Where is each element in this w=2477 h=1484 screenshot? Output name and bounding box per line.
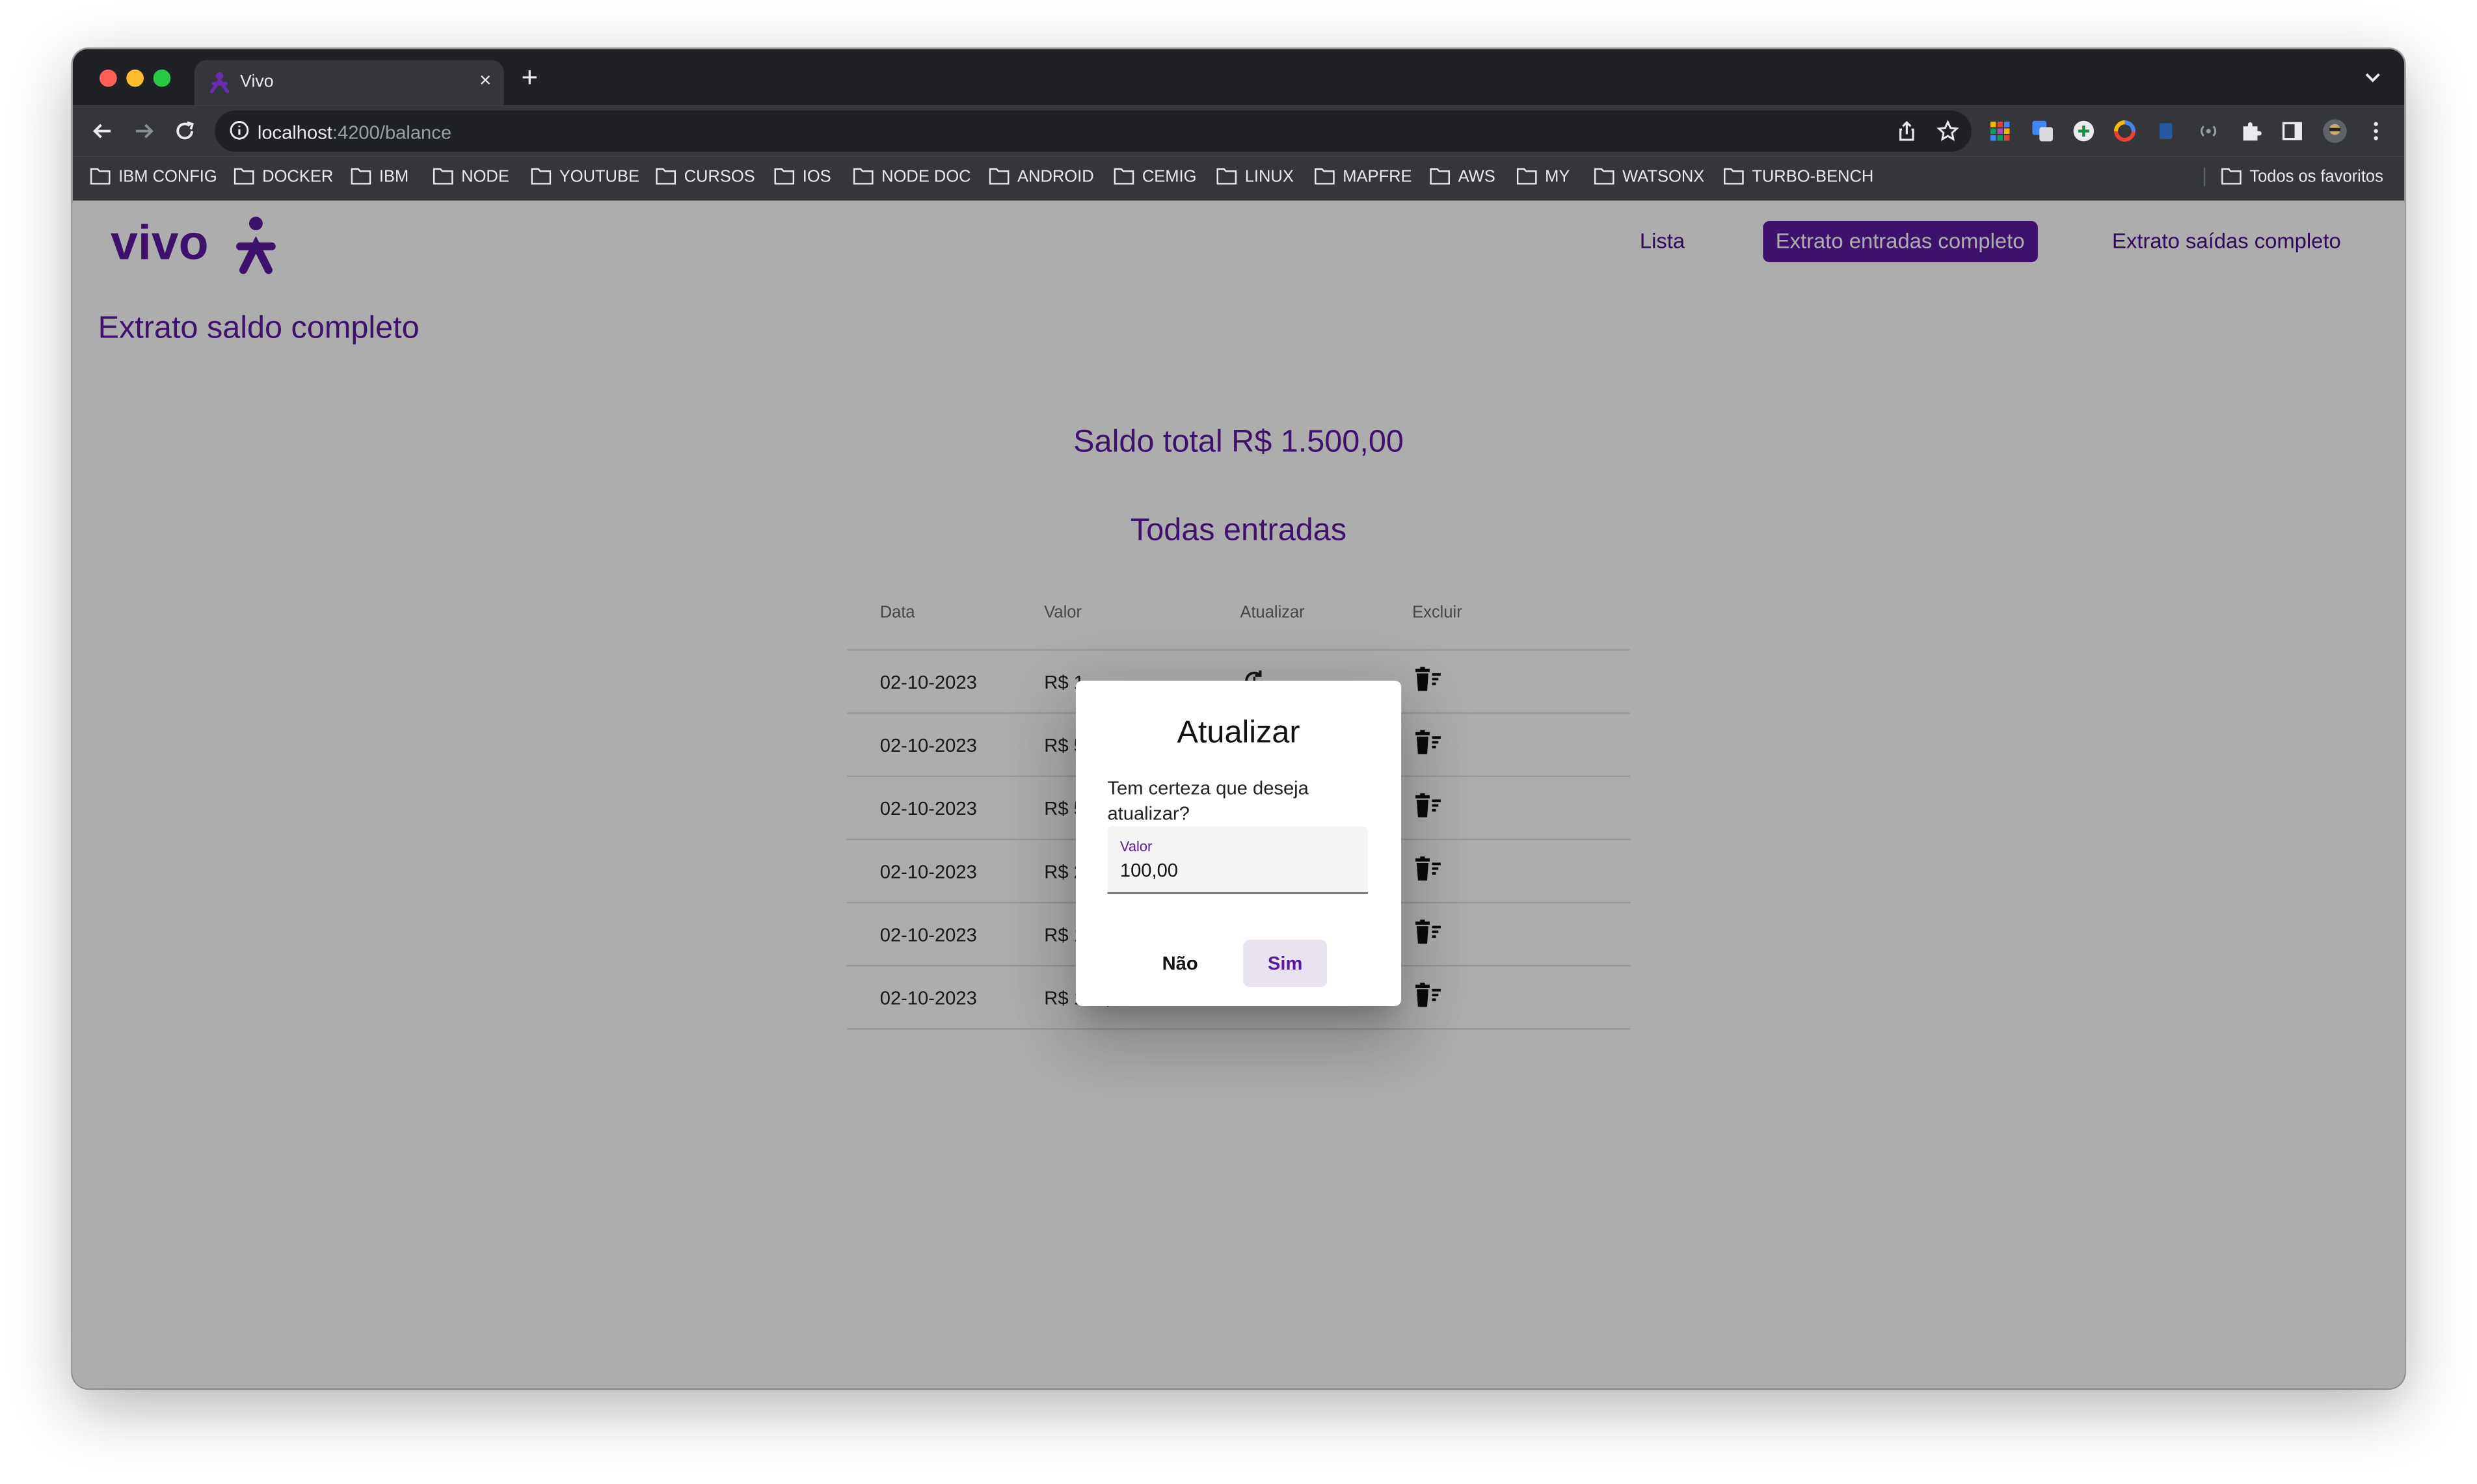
more-menu-icon[interactable] [2365,120,2387,142]
valor-field-label: Valor [1119,838,1153,855]
screenshot-canvas: Vivo × + localhost:4200/balance IBM CONF… [0,0,2477,1484]
bookmark-label: ANDROID [1017,167,1094,187]
url-text: localhost:4200/balance [258,122,451,144]
bookmark-folder[interactable]: YOUTUBE [531,167,640,187]
sim-button[interactable]: Sim [1243,940,1328,987]
folder-icon [853,168,874,185]
bookmark-label: CEMIG [1142,167,1197,187]
bookmark-label: DOCKER [262,167,334,187]
bookmark-folder[interactable]: TURBO-BENCH [1724,167,1874,187]
bookmark-label: CURSOS [684,167,755,187]
url-host: localhost [257,122,332,144]
page-content: vivo Lista Extrato entradas completo Ext… [72,200,2405,1388]
broadcast-extension-icon[interactable] [2197,120,2219,142]
add-circle-extension-icon[interactable] [2072,120,2095,142]
folder-icon [1114,168,1134,185]
vivo-favicon-icon [209,72,230,94]
folder-icon [1216,168,1237,185]
all-bookmarks-folder[interactable]: Todos os favoritos [2203,167,2383,187]
folder-icon [1430,168,1450,185]
bookmark-label: YOUTUBE [559,167,640,187]
extensions-puzzle-icon[interactable] [2240,120,2262,142]
tab-close-icon[interactable]: × [479,69,491,92]
bookmark-folder[interactable]: IOS [774,167,831,187]
folder-icon [774,168,795,185]
bookmark-label: AWS [1458,167,1495,187]
bookmark-folder[interactable]: ANDROID [989,167,1094,187]
bookmark-label: IOS [802,167,831,187]
site-info-icon[interactable] [229,120,250,141]
tab-title: Vivo [240,72,274,92]
bookmark-folder[interactable]: CEMIG [1114,167,1197,187]
bookmark-folder[interactable]: MY [1516,167,1570,187]
folder-icon [1516,168,1537,185]
browser-window: Vivo × + localhost:4200/balance IBM CONF… [72,49,2405,1388]
back-arrow-icon[interactable] [90,118,115,144]
forward-arrow-icon[interactable] [131,118,157,144]
reload-icon[interactable] [172,118,198,144]
folder-icon [1315,168,1335,185]
nao-button[interactable]: Não [1149,940,1212,987]
folder-icon [1594,168,1614,185]
folder-icon [1724,168,1744,185]
folder-icon [989,168,1010,185]
folder-icon [433,168,453,185]
bookmark-label: MAPFRE [1343,167,1412,187]
bookmark-folder[interactable]: MAPFRE [1315,167,1412,187]
maximize-window-button[interactable] [153,69,171,87]
tab-strip: Vivo × + [72,49,2405,106]
share-icon[interactable] [1895,120,1918,142]
valor-field[interactable]: Valor [1107,826,1369,894]
new-tab-button[interactable]: + [521,63,538,92]
bookmark-folder[interactable]: WATSONX [1594,167,1705,187]
folder-icon [234,168,254,185]
tab-search-chevron-icon[interactable] [2363,68,2382,86]
bookmark-folder[interactable]: IBM CONFIG [90,167,217,187]
bookmarks-bar: IBM CONFIG DOCKER IBM NODE YOUTUBE CURSO… [72,156,2405,202]
side-panel-icon[interactable] [2281,120,2303,142]
color-ring-extension-icon[interactable] [2113,120,2136,142]
dialog-title: Atualizar [1177,715,1300,750]
url-path: :4200/balance [332,122,452,144]
bookmark-label: Todos os favoritos [2249,167,2383,187]
minimize-window-button[interactable] [126,69,144,87]
translate-extension-icon[interactable] [2031,120,2054,142]
bookmark-folder[interactable]: DOCKER [234,167,334,187]
folder-icon [90,168,111,185]
folder-icon [351,168,371,185]
bookmark-label: WATSONX [1622,167,1705,187]
bookmark-folder[interactable]: AWS [1430,167,1495,187]
bookmark-label: IBM CONFIG [118,167,217,187]
close-window-button[interactable] [100,69,117,87]
bookmark-folder[interactable]: IBM [351,167,409,187]
bookmark-folder[interactable]: CURSOS [656,167,755,187]
address-bar[interactable]: localhost:4200/balance [215,111,1972,152]
bookmark-star-icon[interactable] [1936,120,1959,142]
folder-icon [656,168,676,185]
storage-extension-icon[interactable] [2155,120,2177,142]
browser-toolbar: localhost:4200/balance [72,105,2405,157]
profile-avatar[interactable] [2322,118,2348,144]
apps-grid-extension-icon[interactable] [1989,120,2011,142]
bookmark-folder[interactable]: NODE [433,167,509,187]
update-dialog: Atualizar Tem certeza que deseja atualiz… [1075,680,1402,1007]
bookmark-label: TURBO-BENCH [1752,167,1874,187]
bookmark-folder[interactable]: LINUX [1216,167,1294,187]
browser-tab-vivo[interactable]: Vivo × [194,60,504,106]
bookmark-label: LINUX [1244,167,1294,187]
folder-icon [531,168,552,185]
bookmark-label: MY [1545,167,1570,187]
dialog-message: Tem certeza que deseja atualizar? [1107,776,1309,825]
folder-icon [2221,168,2242,185]
bookmark-label: NODE DOC [881,167,971,187]
bookmark-label: NODE [461,167,509,187]
bookmark-label: IBM [379,167,409,187]
bookmark-folder[interactable]: NODE DOC [853,167,971,187]
valor-input[interactable] [1119,857,1354,883]
